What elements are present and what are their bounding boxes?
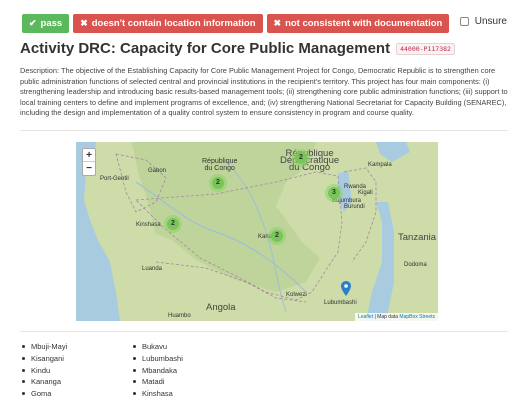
map-label-angola: Angola bbox=[206, 302, 236, 313]
activity-title: Activity DRC: Capacity for Core Public M… bbox=[20, 40, 391, 57]
map-cluster-marker[interactable]: 2 bbox=[268, 227, 286, 245]
map-label-kigali: Kigali bbox=[358, 190, 373, 196]
zoom-out-button[interactable]: − bbox=[83, 162, 95, 175]
map-label-kolwezi: Kolwezi bbox=[286, 292, 307, 298]
no-location-button-label: doesn't contain location information bbox=[91, 18, 256, 29]
map-label-lubumbashi: Lubumbashi bbox=[324, 300, 357, 306]
unsure-toggle[interactable]: Unsure bbox=[459, 16, 507, 27]
map-label-tanzania: Tanzania bbox=[398, 232, 437, 243]
no-location-button[interactable]: ✖ doesn't contain location information bbox=[73, 14, 263, 33]
list-item: Mbuji-Mayi bbox=[20, 341, 67, 353]
list-item: Kindu bbox=[20, 365, 67, 377]
review-button-group: ✔ pass ✖ doesn't contain location inform… bbox=[22, 14, 450, 33]
leaflet-link[interactable]: Leaflet bbox=[358, 314, 373, 320]
map-label-dodoma: Dodoma bbox=[404, 262, 427, 268]
activity-header: Activity DRC: Capacity for Core Public M… bbox=[20, 40, 455, 57]
list-item: Kinshasa bbox=[131, 388, 183, 400]
map-cluster-marker[interactable]: 2 bbox=[164, 215, 182, 233]
map-label-republic-congo: République du Congo bbox=[202, 158, 238, 172]
map-cluster-marker[interactable]: 2 bbox=[209, 174, 227, 192]
divider bbox=[20, 331, 508, 332]
unsure-label: Unsure bbox=[474, 16, 507, 27]
mapbox-link[interactable]: MapBox Streets bbox=[399, 314, 435, 320]
map-cluster-marker[interactable]: 3 bbox=[325, 184, 343, 202]
zoom-control: + − bbox=[82, 148, 96, 176]
map-label-kampala: Kampala bbox=[368, 162, 392, 168]
list-item: Lubumbashi bbox=[131, 353, 183, 365]
check-icon: ✔ bbox=[29, 18, 37, 28]
map-label-burundi: Burundi bbox=[344, 204, 365, 210]
list-item: Mbandaka bbox=[131, 365, 183, 377]
list-item: Matadi bbox=[131, 376, 183, 388]
list-item: Kisangani bbox=[20, 353, 67, 365]
activity-description: Description: The objective of the Establ… bbox=[20, 66, 508, 118]
list-item: Bukavu bbox=[131, 341, 183, 353]
pass-button-label: pass bbox=[40, 18, 63, 29]
location-list-column-1: Mbuji-Mayi Kisangani Kindu Kananga Goma bbox=[20, 341, 67, 400]
zoom-in-button[interactable]: + bbox=[83, 149, 95, 162]
map-pin-icon[interactable] bbox=[341, 281, 351, 296]
project-code-badge: 44000-P117382 bbox=[396, 42, 455, 55]
list-item: Goma bbox=[20, 388, 67, 400]
map-label-port-gentil: Port-Gentil bbox=[100, 176, 129, 182]
location-map[interactable]: + − Gabon Port-Gentil République du Congo… bbox=[76, 142, 438, 321]
x-icon: ✖ bbox=[273, 18, 282, 28]
map-label-luanda: Luanda bbox=[142, 266, 163, 272]
x-icon: ✖ bbox=[80, 18, 88, 28]
map-attribution: Leaflet | Map data MapBox Streets bbox=[355, 313, 438, 321]
list-item: Kananga bbox=[20, 376, 67, 388]
map-cluster-marker[interactable]: 2 bbox=[292, 149, 310, 167]
divider bbox=[20, 130, 508, 131]
map-label-kinshasa: Kinshasa bbox=[136, 222, 161, 228]
not-consistent-button-label: not consistent with documentation bbox=[285, 18, 443, 29]
map-label-gabon: Gabon bbox=[148, 168, 167, 174]
location-list-column-2: Bukavu Lubumbashi Mbandaka Matadi Kinsha… bbox=[131, 341, 183, 400]
map-label-huambo: Huambo bbox=[168, 313, 191, 319]
pass-button[interactable]: ✔ pass bbox=[22, 14, 70, 33]
unsure-checkbox[interactable] bbox=[459, 17, 469, 26]
not-consistent-button[interactable]: ✖ not consistent with documentation bbox=[266, 14, 450, 33]
